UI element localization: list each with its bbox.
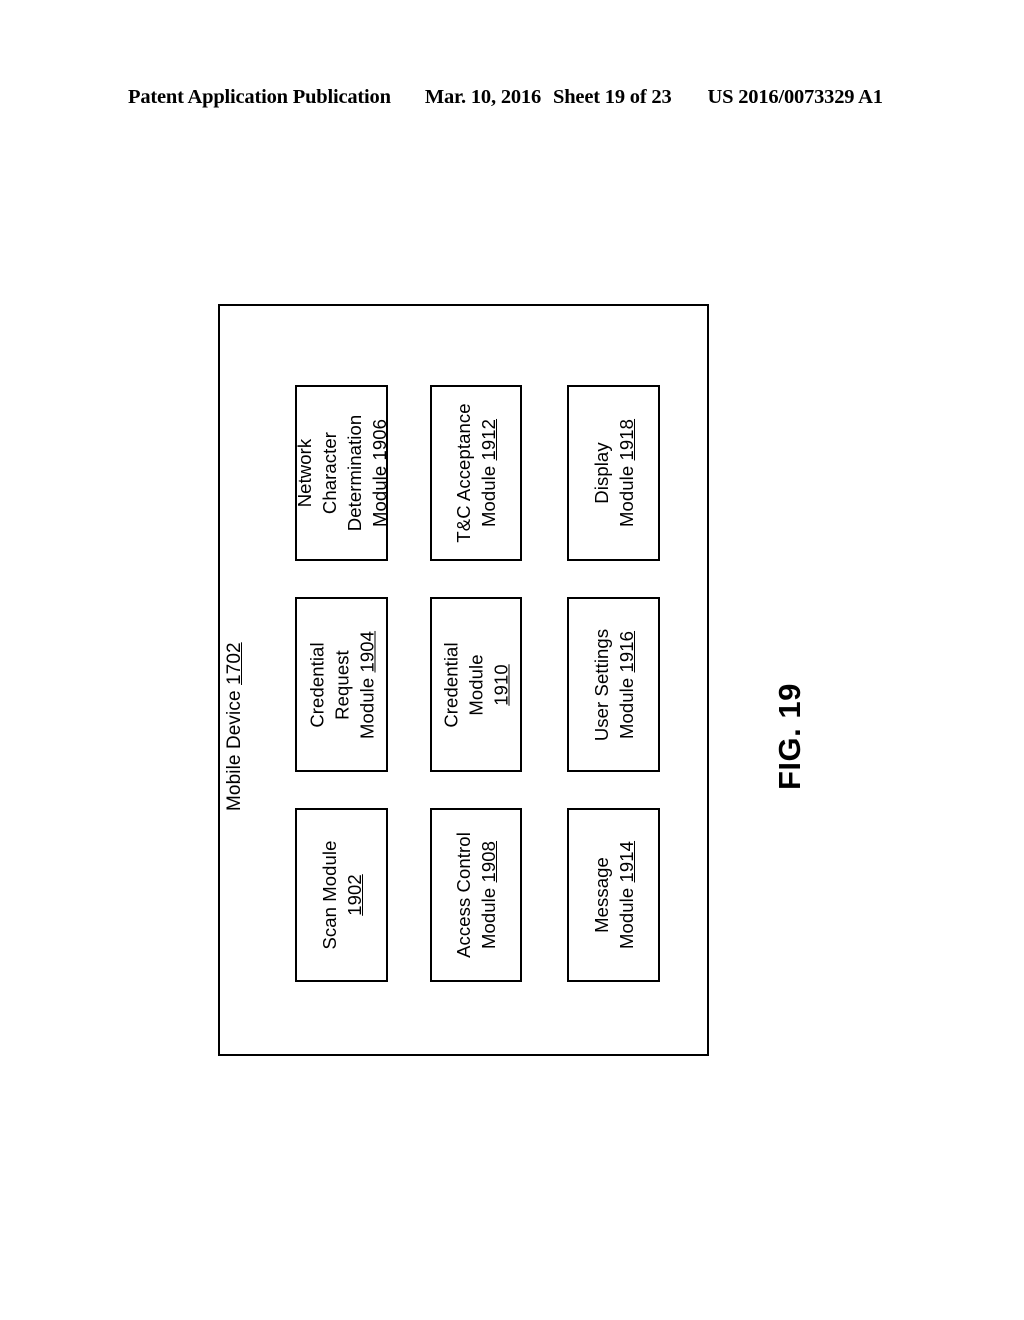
module-number: 1918	[615, 418, 637, 461]
module-line-label: Module	[368, 460, 390, 528]
module-text-tc-acceptance: T&C Acceptance Module 1912	[451, 403, 501, 542]
module-line: Module 1912	[476, 403, 501, 542]
module-line: Request	[331, 649, 352, 720]
module-number: 1916	[615, 630, 637, 673]
module-box-user-settings: User Settings Module 1916	[567, 597, 660, 772]
module-line-label: Module	[615, 672, 637, 739]
module-number: 1910	[490, 663, 512, 706]
module-text-display: Display Module 1918	[589, 419, 639, 527]
module-text-credential: Credential Module 1910	[439, 642, 514, 727]
module-text-access-control: Access Control Module 1908	[451, 832, 501, 958]
figure-19-diagram: Mobile Device 1702 Network Character Det…	[0, 0, 1024, 1320]
module-line-label: Module	[615, 460, 637, 528]
module-box-tc-acceptance: T&C Acceptance Module 1912	[430, 385, 522, 561]
mobile-device-label: Mobile Device 1702	[221, 601, 249, 811]
module-number: 1906	[368, 418, 390, 461]
module-number: 1908	[478, 840, 499, 883]
module-line: Module 1914	[614, 841, 639, 949]
module-line: Character	[318, 431, 340, 515]
module-line: Credential	[440, 641, 462, 728]
module-box-credential-request: Credential Request Module 1904	[295, 597, 388, 772]
module-box-credential: Credential Module 1910	[430, 597, 522, 772]
module-line: Message	[590, 857, 612, 933]
module-line: Credential	[306, 641, 327, 728]
module-line-label: Module	[615, 882, 637, 950]
module-box-scan: Scan Module 1902	[295, 808, 388, 982]
module-line: Network	[293, 438, 315, 508]
module-text-scan: Scan Module 1902	[317, 840, 367, 949]
module-line: Module	[465, 653, 487, 716]
module-line: Module 1904	[354, 630, 379, 738]
module-line: User Settings	[590, 628, 612, 741]
module-box-network-character-determination: Network Character Determination Module 1…	[294, 385, 390, 561]
mobile-device-label-text: Mobile Device	[224, 684, 245, 811]
module-line: Module 1908	[476, 832, 501, 958]
module-box-display: Display Module 1918	[567, 385, 660, 561]
module-number: 1902	[343, 874, 365, 916]
module-text-user-settings: User Settings Module 1916	[589, 628, 639, 740]
module-line: T&C Acceptance	[453, 403, 474, 543]
module-line: Module 1906	[367, 415, 392, 531]
module-line: Determination	[343, 414, 365, 532]
module-line: Module 1918	[614, 419, 639, 527]
module-text-credential-request: Credential Request Module 1904	[304, 630, 379, 738]
mobile-device-label-number: 1702	[224, 642, 245, 685]
module-text-network-character-determination: Network Character Determination Module 1…	[292, 415, 392, 531]
module-box-access-control: Access Control Module 1908	[430, 808, 522, 982]
module-number: 1914	[615, 840, 637, 883]
module-line-label: Module	[356, 672, 377, 739]
module-number: 1912	[478, 418, 499, 461]
module-line-label: Module	[478, 460, 499, 528]
module-number: 1904	[356, 630, 377, 673]
module-line: Scan Module	[318, 840, 340, 950]
module-line-label: Module	[478, 882, 499, 950]
figure-caption: FIG. 19	[772, 683, 807, 790]
module-box-message: Message Module 1914	[567, 808, 660, 982]
module-line: Display	[590, 442, 612, 504]
module-text-message: Message Module 1914	[589, 841, 639, 949]
module-line: Access Control	[453, 832, 474, 958]
module-line: Module 1916	[614, 628, 639, 740]
